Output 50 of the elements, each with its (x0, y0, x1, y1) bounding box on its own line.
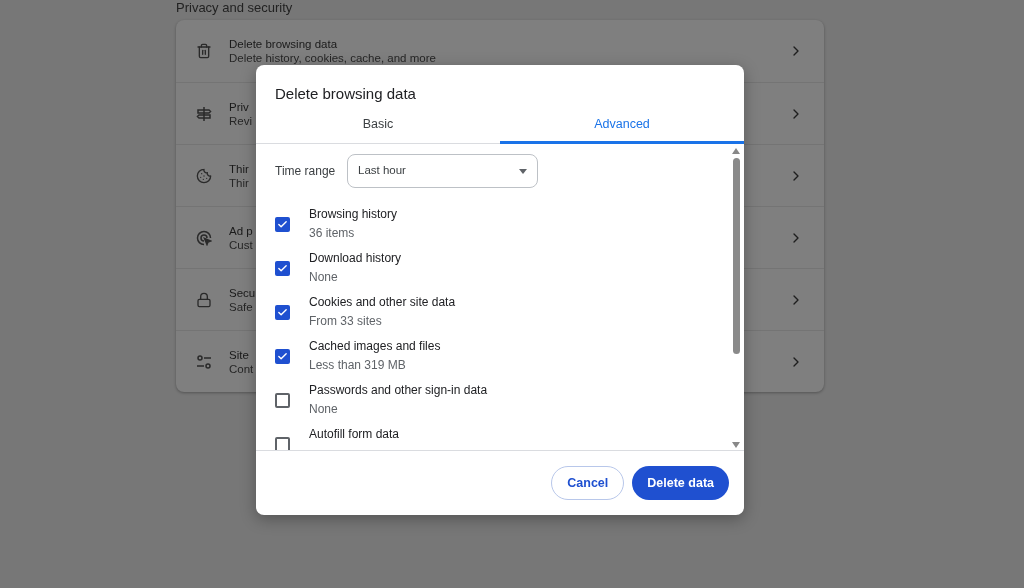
trash-icon (196, 43, 212, 59)
item-detail: Less than 319 MB (309, 357, 407, 374)
row-subtitle: Revi (229, 113, 252, 128)
lock-icon (196, 291, 212, 308)
time-range-label: Time range (275, 163, 337, 180)
item-label: Autofill form data (309, 426, 400, 443)
cookie-icon (196, 167, 212, 184)
sliders-icon (196, 353, 212, 370)
checkbox[interactable] (275, 348, 290, 364)
row-subtitle: Safe (229, 299, 253, 314)
row-title: Ad p (229, 223, 253, 238)
row-subtitle: Thir (229, 175, 249, 190)
delete-button[interactable]: Delete data (632, 466, 729, 500)
dialog-title: Delete browsing data (274, 84, 417, 104)
check-icon (277, 306, 288, 318)
check-icon (277, 262, 288, 274)
signpost-icon (196, 105, 212, 122)
item-detail: None (309, 401, 339, 418)
item-label: Passwords and other sign-in data (309, 382, 488, 399)
row-title: Site (229, 347, 249, 362)
item-label: Cached images and files (309, 338, 441, 355)
item-label: Browsing history (309, 206, 398, 223)
tab[interactable]: Advanced (500, 105, 744, 144)
checkbox[interactable] (275, 260, 290, 276)
checkbox[interactable] (275, 216, 290, 232)
item-label: Download history (309, 250, 402, 267)
row-subtitle: Delete history, cookies, cache, and more (229, 51, 436, 65)
row-subtitle: Cust (229, 237, 253, 252)
row-title: Priv (229, 99, 249, 114)
checkbox[interactable] (275, 392, 290, 408)
dropdown-caret-icon (519, 168, 527, 174)
item-detail: From 33 sites (309, 313, 383, 330)
row-title: Delete browsing data (229, 37, 338, 51)
item-detail: 36 items (309, 225, 356, 242)
row-title: Secu (229, 285, 256, 300)
item-detail: None (309, 269, 339, 286)
cancel-button[interactable]: Cancel (551, 466, 625, 500)
time-range-dropdown[interactable]: Last hour (347, 154, 538, 188)
check-icon (277, 350, 288, 362)
section-title: Privacy and security (176, 0, 293, 15)
row-subtitle: Cont (229, 361, 254, 376)
checkbox[interactable] (275, 304, 290, 320)
scroll-down-arrow-icon[interactable] (732, 442, 740, 448)
item-label: Cookies and other site data (309, 294, 456, 311)
tab[interactable]: Basic (256, 105, 500, 144)
cursor-target-icon (196, 229, 212, 246)
scroll-up-arrow-icon[interactable] (732, 148, 740, 154)
check-icon (277, 218, 288, 230)
checkbox[interactable] (275, 436, 290, 450)
row-title: Thir (229, 161, 249, 176)
